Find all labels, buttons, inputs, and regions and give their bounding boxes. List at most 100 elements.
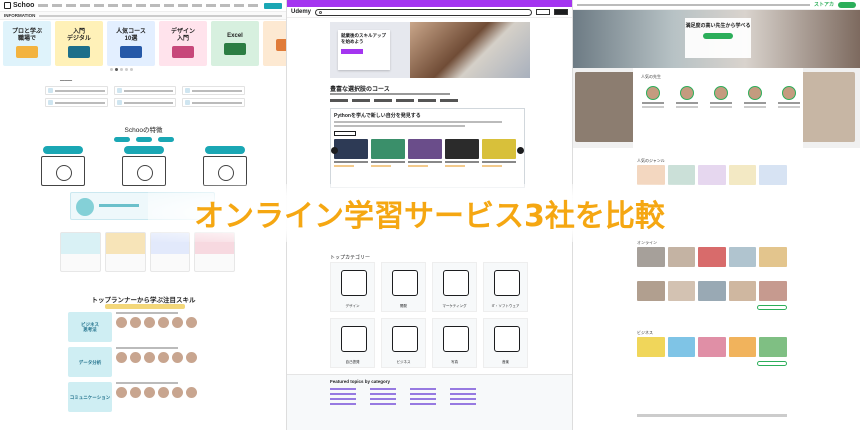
category-tile[interactable] <box>45 98 108 107</box>
category-illustration-icon <box>341 270 367 296</box>
category-label: デザイン <box>345 304 360 308</box>
category-tile[interactable] <box>182 98 245 107</box>
course-card[interactable] <box>408 139 442 167</box>
udemy-search-input[interactable] <box>315 8 532 16</box>
schoo-logo[interactable]: Schoo <box>4 2 34 9</box>
udemy-footer: Featured topics by category <box>287 374 572 430</box>
schoo-header: Schoo <box>0 0 286 12</box>
banner-illustration-icon <box>68 46 90 58</box>
course-card[interactable] <box>371 139 405 167</box>
right-section: 人気のジャンル <box>637 158 787 185</box>
schoo-nav[interactable] <box>38 4 260 7</box>
udemy-category-grid: デザイン 開発 マーケティング IT・ソフトウェア自己啓発 ビジネス 写真 音楽 <box>330 262 528 368</box>
udemy-topic-tabs[interactable] <box>330 99 458 102</box>
right-teacher-section: 人気の先生 <box>633 68 803 148</box>
category-label: マーケティング <box>442 304 467 308</box>
skill-row[interactable]: データ分析 <box>68 347 220 377</box>
promo-banner[interactable] <box>263 21 286 66</box>
schoo-logo-icon <box>4 2 11 9</box>
promo-banner-text: 入門 デジタル <box>67 29 91 42</box>
udemy-promo-bar[interactable] <box>287 0 572 7</box>
category-card[interactable]: 音楽 <box>483 318 528 368</box>
more-button[interactable] <box>757 361 787 366</box>
banner-illustration-icon <box>224 42 246 55</box>
carousel-dots[interactable] <box>110 68 133 71</box>
category-tile[interactable] <box>113 98 177 107</box>
udemy-header: Udemy <box>287 7 572 18</box>
category-card[interactable]: IT・ソフトウェア <box>483 262 528 312</box>
promo-banner[interactable]: 入門 デジタル <box>55 21 103 66</box>
teacher-card[interactable] <box>741 86 769 108</box>
teacher-card[interactable] <box>673 86 701 108</box>
banner-illustration-icon <box>276 39 286 51</box>
teacher-card[interactable] <box>775 86 803 108</box>
udemy-section-title: 豊富な選択肢のコース <box>330 87 390 93</box>
right-logo[interactable]: ストアカ <box>814 1 834 8</box>
category-label: 写真 <box>451 360 458 364</box>
promo-banner[interactable]: デザイン 入門 <box>159 21 207 66</box>
udemy-explore-button[interactable] <box>334 131 356 136</box>
udemy-hero-button[interactable] <box>341 49 363 54</box>
skill-row[interactable]: コミュニケーション <box>68 382 220 412</box>
udemy-logo[interactable]: Udemy <box>291 9 311 15</box>
schoo-category-heading: ━━━━━ <box>60 78 73 83</box>
carousel-prev-icon[interactable] <box>331 147 338 154</box>
udemy-course-carousel[interactable] <box>334 139 516 167</box>
promo-banner-text: プロと学ぶ 職場で <box>11 29 42 42</box>
carousel-next-icon[interactable] <box>517 147 524 154</box>
right-header: ストアカ <box>573 0 860 10</box>
more-button[interactable] <box>757 305 787 310</box>
category-card[interactable]: 写真 <box>432 318 477 368</box>
promo-banner[interactable]: プロと学ぶ 職場で <box>3 21 51 66</box>
category-label: ビジネス <box>396 360 411 364</box>
skill-thumb-label: コミュニケーション <box>69 394 111 400</box>
category-tile[interactable] <box>113 86 177 95</box>
right-hero-button[interactable] <box>703 33 733 39</box>
category-tile[interactable] <box>45 86 108 95</box>
promo-banner[interactable]: 人気コース 10選 <box>107 21 155 66</box>
category-card[interactable]: ビジネス <box>381 318 426 368</box>
skill-row[interactable]: ビジネス 思考法 <box>68 312 220 342</box>
course-card[interactable] <box>334 139 368 167</box>
right-signup-button[interactable] <box>838 1 856 8</box>
schoo-signup-button[interactable] <box>264 2 282 9</box>
schoo-map-section: Schooの特徴 <box>0 124 286 186</box>
course-card[interactable] <box>482 139 516 167</box>
skill-thumb-label: データ分析 <box>78 359 102 365</box>
comparison-title: オンライン学習サービス3社を比較 <box>194 199 665 234</box>
category-card[interactable]: 自己啓発 <box>330 318 375 368</box>
category-card[interactable]: デザイン <box>330 262 375 312</box>
teacher-card[interactable] <box>707 86 735 108</box>
category-label: 自己啓発 <box>345 360 360 364</box>
udemy-login-button[interactable] <box>536 9 550 15</box>
schoo-feature-card <box>118 146 170 186</box>
teacher-card[interactable] <box>639 86 667 108</box>
udemy-signup-button[interactable] <box>554 9 568 15</box>
category-illustration-icon <box>341 326 367 352</box>
comparison-title-overlay: オンライン学習サービス3社を比較 <box>148 184 711 242</box>
schoo-category-grid <box>45 86 245 107</box>
udemy-hero-image <box>410 22 530 78</box>
skill-thumb-label: ビジネス 思考法 <box>81 322 99 332</box>
category-tile[interactable] <box>182 86 245 95</box>
schoo-top-runner-title: トップランナーから学ぶ注目スキル <box>91 297 196 304</box>
course-card[interactable] <box>445 139 479 167</box>
category-card[interactable]: マーケティング <box>432 262 477 312</box>
schoo-top-runner-badge <box>105 304 185 309</box>
banner-illustration-icon <box>120 46 142 58</box>
category-illustration-icon <box>392 326 418 352</box>
right-section: オンライン <box>637 240 787 310</box>
promo-banner[interactable]: Excel <box>211 21 259 66</box>
category-label: 音楽 <box>502 360 509 364</box>
category-illustration-icon <box>392 270 418 296</box>
category-illustration-icon <box>494 326 520 352</box>
course-card[interactable] <box>60 232 101 272</box>
category-illustration-icon <box>443 326 469 352</box>
banner-illustration-icon <box>16 46 38 58</box>
schoo-map-title: Schooの特徴 <box>124 127 163 134</box>
schoo-info-bar: INFORMATION <box>0 12 286 20</box>
schoo-banner-carousel[interactable]: プロと学ぶ 職場で 入門 デジタル 人気コース 10選 デザイン 入門 Excel <box>0 21 286 73</box>
right-section: ビジネス <box>637 330 787 366</box>
course-card[interactable] <box>104 232 146 272</box>
category-card[interactable]: 開発 <box>381 262 426 312</box>
